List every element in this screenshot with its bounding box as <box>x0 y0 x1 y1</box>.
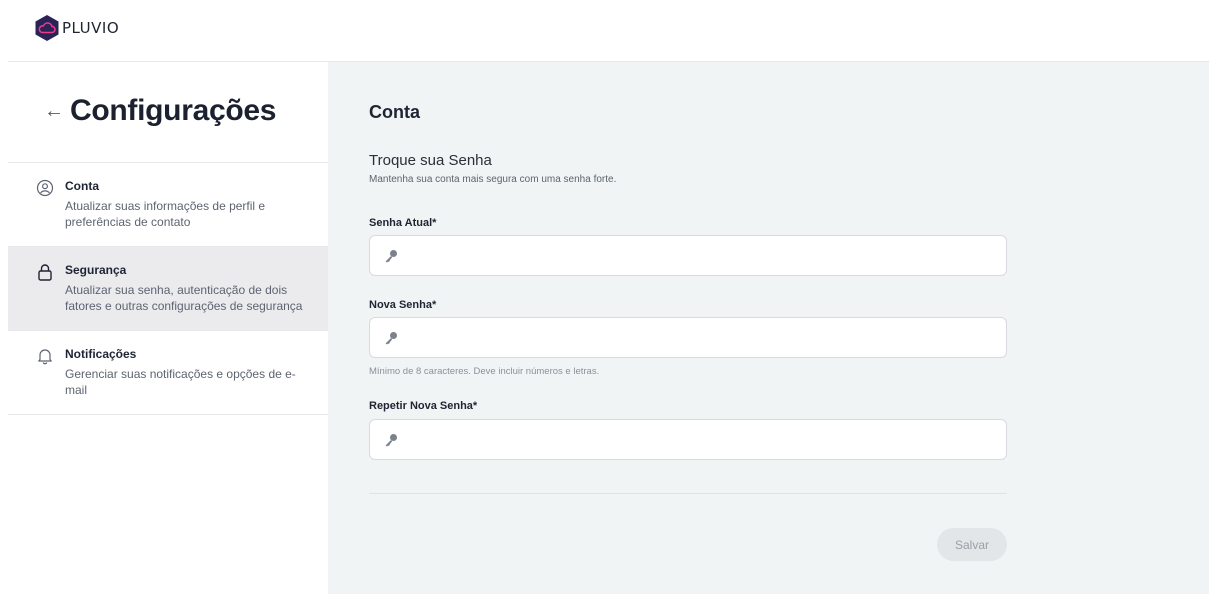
sidebar-item-label: Segurança <box>65 263 127 277</box>
key-icon <box>385 331 397 344</box>
bell-icon <box>38 349 52 365</box>
settings-content: Conta Troque sua Senha Mantenha sua cont… <box>328 61 1209 594</box>
sidebar-item-label: Conta <box>65 179 99 193</box>
pluvio-logo-icon <box>35 15 59 41</box>
lock-icon <box>38 264 52 281</box>
sidebar-item-description: Atualizar suas informações de perfil e p… <box>65 199 266 229</box>
settings-nav: Conta Atualizar suas informações de perf… <box>8 162 328 415</box>
password-section-title: Troque sua Senha <box>369 152 492 169</box>
current-password-field[interactable] <box>369 235 1007 276</box>
sidebar-item-notificacoes[interactable]: Notificações Gerenciar suas notificações… <box>8 331 328 415</box>
brand-name: PLUVIO <box>62 19 120 37</box>
password-section-description: Mantenha sua conta mais segura com uma s… <box>369 174 617 185</box>
key-icon <box>385 433 397 446</box>
sidebar-item-seguranca[interactable]: Segurança Atualizar sua senha, autentica… <box>8 247 328 331</box>
password-hint: Mínimo de 8 caracteres. Deve incluir núm… <box>369 366 600 377</box>
repeat-password-input[interactable] <box>408 420 1006 459</box>
new-password-field[interactable] <box>369 317 1007 358</box>
brand-logo[interactable]: PLUVIO <box>34 14 119 42</box>
current-password-input[interactable] <box>408 236 1006 275</box>
arrow-left-icon[interactable]: ← <box>44 100 70 123</box>
current-password-label: Senha Atual* <box>369 217 437 229</box>
top-bar: PLUVIO <box>0 0 1209 61</box>
new-password-input[interactable] <box>408 318 1006 357</box>
repeat-password-field[interactable] <box>369 419 1007 460</box>
sidebar-item-label: Notificações <box>65 347 137 361</box>
section-title: Conta <box>369 102 420 122</box>
user-circle-icon <box>36 179 54 197</box>
key-icon <box>385 249 397 262</box>
sidebar-header: ← Configurações <box>44 94 276 128</box>
repeat-password-label: Repetir Nova Senha* <box>369 400 478 412</box>
settings-sidebar: ← Configurações Conta Atualizar suas inf… <box>8 61 328 594</box>
sidebar-item-conta[interactable]: Conta Atualizar suas informações de perf… <box>8 163 328 247</box>
form-divider <box>369 493 1007 494</box>
save-button[interactable]: Salvar <box>937 528 1007 561</box>
new-password-label: Nova Senha* <box>369 299 437 311</box>
sidebar-item-description: Gerenciar suas notificações e opções de … <box>65 367 296 397</box>
sidebar-item-description: Atualizar sua senha, autenticação de doi… <box>65 283 303 313</box>
page-title: Configurações <box>70 94 277 127</box>
